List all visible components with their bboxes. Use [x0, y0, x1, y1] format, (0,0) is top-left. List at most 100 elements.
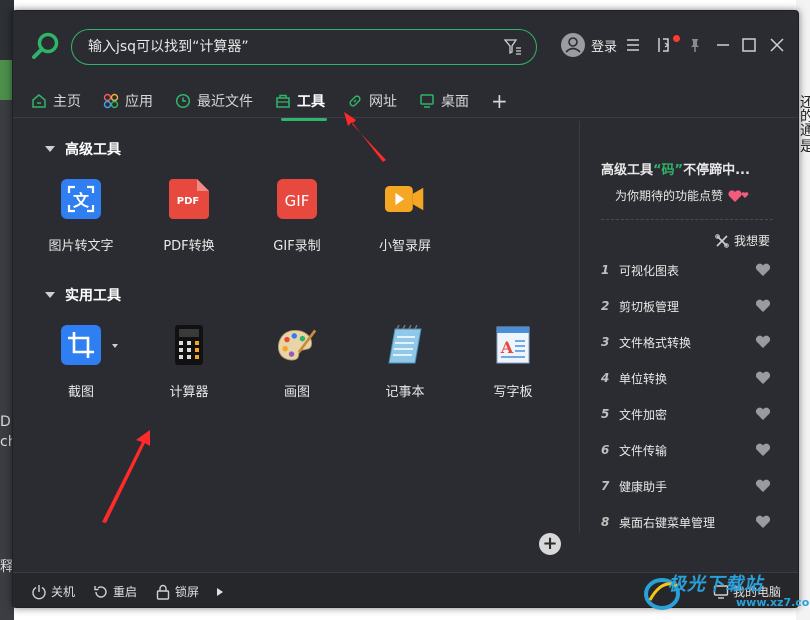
tab-label: 网址: [369, 94, 397, 110]
tab-home[interactable]: 主页: [31, 87, 81, 115]
section-practical-tools[interactable]: 实用工具: [45, 285, 121, 305]
heart-icon[interactable]: [755, 299, 771, 313]
tool-label: 计算器: [169, 385, 209, 400]
panel-title-highlight: “码”: [653, 163, 684, 178]
tab-label: 桌面: [441, 94, 469, 110]
title-bar: 登录: [13, 11, 798, 83]
heart-icon[interactable]: [755, 443, 771, 457]
wish-item: 2 剪切板管理: [601, 296, 771, 316]
heart-icon[interactable]: [755, 335, 771, 349]
add-tool-button[interactable]: +: [539, 533, 561, 555]
wish-item: 5 文件加密: [601, 404, 771, 424]
calculator-icon: [175, 325, 203, 365]
wish-item: 4 单位转换: [601, 368, 771, 388]
monitor-icon: [420, 94, 434, 108]
wordpad-icon-text: A: [500, 338, 514, 357]
dashed-divider: [601, 219, 773, 220]
wish-item: 6 文件传输: [601, 440, 771, 460]
tool-label: 记事本: [385, 385, 425, 400]
avatar[interactable]: [561, 33, 585, 57]
add-tab-button[interactable]: +: [491, 87, 508, 115]
more-arrow-icon[interactable]: [217, 588, 223, 596]
user-login[interactable]: 登录: [561, 33, 617, 57]
wish-name: 健康助手: [619, 479, 668, 494]
wish-name: 文件传输: [619, 443, 668, 458]
tab-urls[interactable]: 网址: [347, 87, 397, 115]
i-want-button[interactable]: 我想要: [715, 232, 770, 249]
section-title: 高级工具: [65, 142, 121, 158]
tab-label: 最近文件: [197, 94, 253, 110]
wish-item: 3 文件格式转换: [601, 332, 771, 352]
watermark-url: www.xz7.com: [736, 596, 810, 609]
tab-recent-files[interactable]: 最近文件: [175, 87, 253, 115]
tab-tools[interactable]: 工具: [275, 87, 327, 121]
heart-icon[interactable]: [755, 407, 771, 421]
tool-label: PDF转换: [163, 239, 215, 254]
notepad-icon: [388, 325, 422, 364]
shutdown-button[interactable]: 关机: [31, 583, 75, 600]
heart-icon[interactable]: [755, 371, 771, 385]
tool-notepad[interactable]: 记事本: [355, 325, 455, 405]
tab-apps[interactable]: 应用: [103, 87, 153, 115]
tool-paint[interactable]: 画图: [247, 325, 347, 405]
tool-screen-record[interactable]: 小智录屏: [355, 179, 455, 259]
tool-screenshot[interactable]: 截图: [31, 325, 131, 405]
screen-record-icon: [385, 185, 424, 213]
wish-name: 文件格式转换: [619, 335, 692, 350]
i-want-label: 我想要: [734, 234, 771, 248]
tool-image-to-text[interactable]: 文 图片转文字: [31, 179, 131, 259]
restart-icon: [94, 585, 107, 598]
section-advanced-tools[interactable]: 高级工具: [45, 139, 121, 159]
wish-name: 剪切板管理: [619, 299, 680, 314]
tab-desktop[interactable]: 桌面: [419, 87, 469, 115]
search-box[interactable]: [71, 29, 537, 65]
minimize-icon[interactable]: [715, 37, 731, 53]
restart-label: 重启: [113, 585, 138, 599]
panel-subtitle-text: 为你期待的功能点赞: [615, 189, 724, 203]
restart-button[interactable]: 重启: [93, 583, 137, 600]
apps-icon: [103, 93, 119, 109]
tool-pdf-convert[interactable]: PDF PDF转换: [139, 179, 239, 259]
wish-number: 4: [601, 371, 610, 385]
gif-icon: GIF: [277, 179, 317, 219]
menu-icon[interactable]: [625, 37, 641, 53]
search-logo-icon[interactable]: [31, 31, 61, 61]
wish-item: 8 桌面右键菜单管理: [601, 512, 771, 532]
gif-icon-text: GIF: [285, 192, 310, 210]
wish-number: 5: [601, 407, 610, 421]
link-icon: [349, 95, 361, 107]
tab-bar: 主页 应用 最近文件 工具 网址 桌面 +: [31, 87, 530, 121]
heart-icon[interactable]: [755, 263, 771, 277]
tool-label: 写字板: [493, 385, 533, 400]
panel-title-text: 不停蹄中...: [683, 163, 750, 178]
tab-label: 应用: [125, 94, 153, 110]
tool-calculator[interactable]: 计算器: [139, 325, 239, 405]
image-to-text-icon: 文: [61, 179, 101, 219]
wordpad-icon: A: [496, 326, 530, 364]
tool-wordpad[interactable]: A 写字板: [463, 325, 563, 405]
maximize-icon[interactable]: [741, 37, 757, 53]
toolbox-window: 登录: [12, 10, 799, 608]
screenshot-dropdown-icon[interactable]: [112, 344, 118, 348]
filter-icon[interactable]: [504, 39, 522, 55]
background-text: 是: [800, 139, 810, 155]
palette-icon: [278, 329, 317, 361]
heart-icon[interactable]: [755, 479, 771, 493]
lock-icon: [156, 584, 170, 600]
lock-screen-button[interactable]: 锁屏: [155, 583, 199, 600]
pin-icon[interactable]: [687, 37, 703, 53]
close-icon[interactable]: [769, 37, 785, 53]
heart-icon[interactable]: [755, 515, 771, 529]
lock-label: 锁屏: [175, 585, 200, 599]
dock-side-icon[interactable]: [657, 37, 673, 53]
login-link[interactable]: 登录: [591, 36, 617, 55]
collapse-triangle-icon: [45, 146, 55, 152]
tool-label: 画图: [283, 385, 310, 400]
clock-icon: [175, 93, 191, 109]
pdf-icon: PDF: [169, 179, 209, 219]
tool-label: GIF录制: [273, 239, 321, 254]
panel-title-text: 高级工具: [601, 163, 654, 178]
tools-cross-icon: [715, 233, 729, 248]
search-input[interactable]: [88, 30, 488, 64]
tool-gif-record[interactable]: GIF GIF录制: [247, 179, 347, 259]
